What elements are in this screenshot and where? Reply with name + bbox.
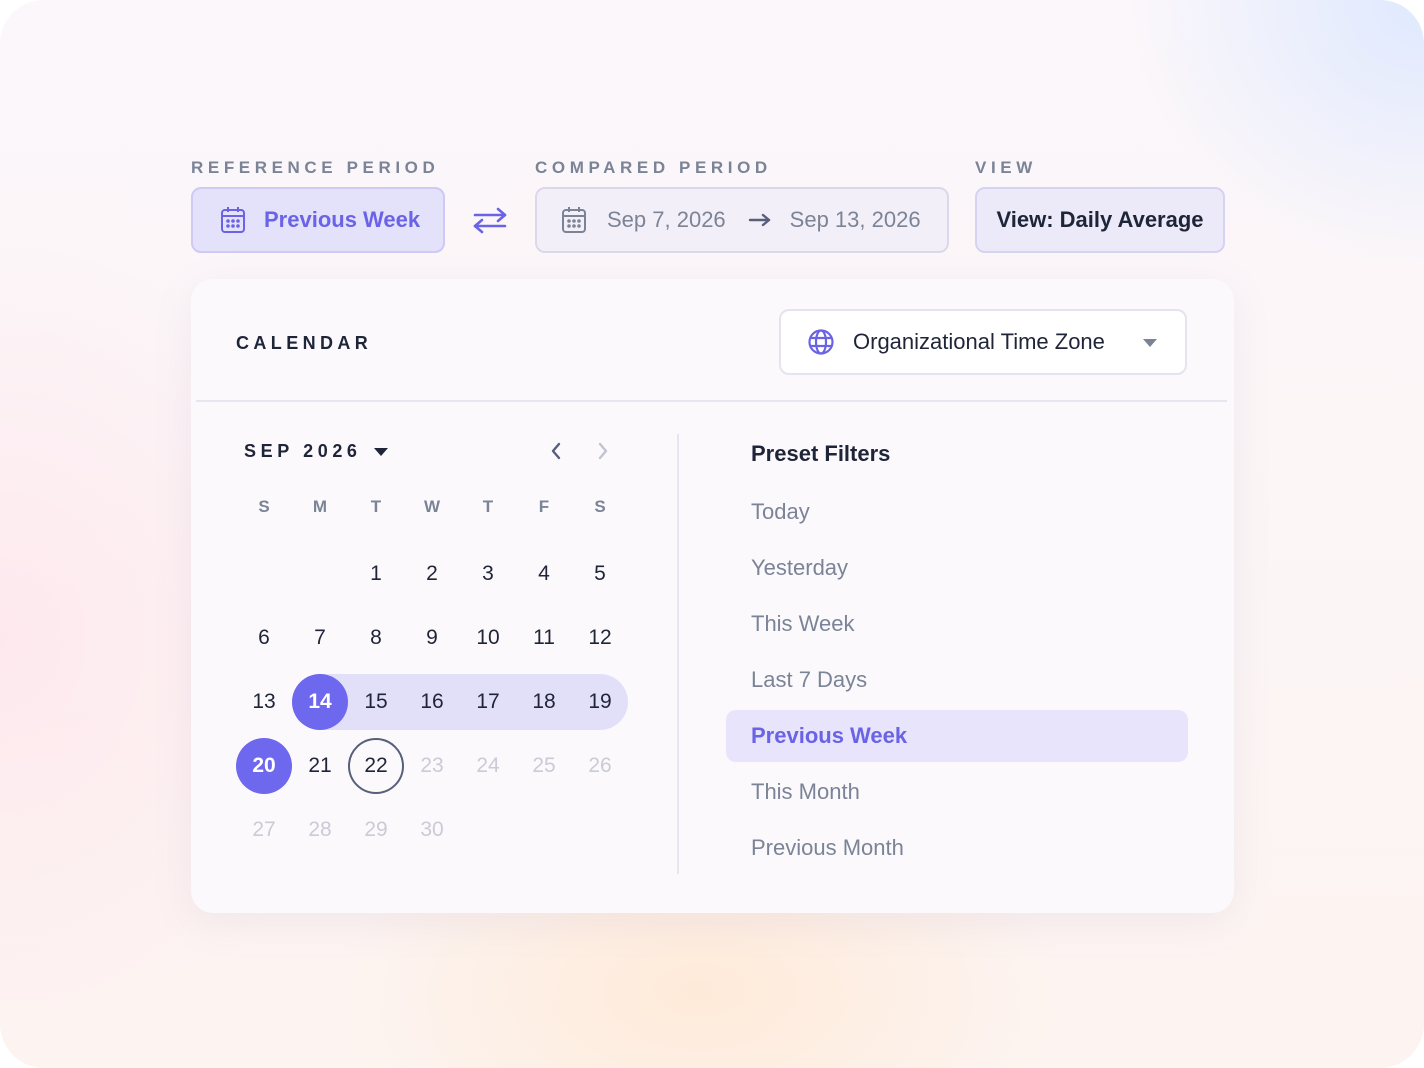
calendar-day[interactable]: 5	[572, 546, 628, 602]
calendar-icon	[561, 206, 587, 234]
timezone-value: Organizational Time Zone	[853, 329, 1105, 354]
arrow-right-icon	[748, 212, 772, 228]
calendar-day[interactable]: 9	[404, 610, 460, 666]
chevron-right-icon	[597, 442, 609, 460]
calendar-day: 26	[588, 754, 612, 777]
reference-period-value: Previous Week	[264, 207, 421, 232]
calendar-icon	[220, 206, 246, 234]
calendar-day[interactable]: 20	[236, 738, 292, 794]
calendar-day: 30	[420, 818, 444, 841]
preset-item-this-week[interactable]: This Week	[726, 598, 1188, 650]
compared-end-date: Sep 13, 2026	[789, 207, 921, 232]
next-month-button[interactable]	[592, 437, 614, 465]
swap-arrows-icon	[472, 206, 508, 234]
weekday-label: S	[594, 497, 606, 516]
calendar-day[interactable]: 7	[292, 610, 348, 666]
compared-period-button[interactable]: Sep 7, 2026 Sep 13, 2026	[535, 187, 949, 253]
calendar-day: 29	[364, 818, 388, 841]
preset-filters-title: Preset Filters	[751, 441, 891, 466]
weekday-label: W	[423, 497, 441, 516]
reference-period-button[interactable]: Previous Week	[191, 187, 445, 253]
calendar-day[interactable]: 15	[348, 674, 404, 730]
calendar-day[interactable]: 1	[348, 546, 404, 602]
swap-periods-button[interactable]	[470, 203, 510, 237]
preset-item-today[interactable]: Today	[726, 486, 1188, 538]
preset-item-previous-week[interactable]: Previous Week	[726, 710, 1188, 762]
preset-item-last-7-days[interactable]: Last 7 Days	[726, 654, 1188, 706]
preset-item-yesterday[interactable]: Yesterday	[726, 542, 1188, 594]
calendar-day[interactable]: 6	[236, 610, 292, 666]
view-mode-button[interactable]: View: Daily Average	[975, 187, 1225, 253]
calendar-day[interactable]: 21	[292, 738, 348, 794]
compared-period-label: COMPARED PERIOD	[535, 158, 772, 177]
calendar-day[interactable]: 8	[348, 610, 404, 666]
compared-start-date: Sep 7, 2026	[607, 207, 726, 232]
view-mode-value: View: Daily Average	[996, 207, 1204, 232]
calendar-day[interactable]: 13	[236, 674, 292, 730]
weekday-label: F	[538, 497, 550, 516]
calendar-day: 28	[308, 818, 332, 841]
calendar-title: CALENDAR	[236, 333, 373, 353]
preset-item-previous-month[interactable]: Previous Month	[726, 822, 1188, 874]
weekday-label: S	[258, 497, 270, 516]
calendar-day: 25	[532, 754, 556, 777]
calendar-day[interactable]: 19	[572, 674, 628, 730]
calendar-day: 24	[476, 754, 500, 777]
previous-month-button[interactable]	[545, 437, 567, 465]
view-label: VIEW	[975, 158, 1037, 177]
weekday-label: T	[482, 497, 494, 516]
globe-icon	[807, 328, 835, 356]
weekday-label: T	[370, 497, 382, 516]
preset-item-this-month[interactable]: This Month	[726, 766, 1188, 818]
month-year-select[interactable]: SEP 2026	[244, 441, 388, 462]
chevron-down-icon	[1143, 339, 1157, 347]
month-year-label: SEP 2026	[244, 441, 362, 461]
weekday-label: M	[312, 497, 328, 516]
calendar-day[interactable]: 2	[404, 546, 460, 602]
header-divider	[196, 400, 1227, 402]
calendar-day[interactable]: 10	[460, 610, 516, 666]
calendar-day[interactable]: 22	[348, 738, 404, 794]
timezone-select[interactable]: Organizational Time Zone	[779, 309, 1187, 375]
calendar-day[interactable]: 4	[516, 546, 572, 602]
calendar-day[interactable]: 18	[516, 674, 572, 730]
calendar-panel: CALENDAR Organizational Time Zone SEP 20…	[191, 279, 1234, 913]
column-divider	[677, 434, 679, 874]
chevron-left-icon	[550, 442, 562, 460]
calendar-day[interactable]: 16	[404, 674, 460, 730]
calendar-day[interactable]: 17	[460, 674, 516, 730]
reference-period-label: REFERENCE PERIOD	[191, 158, 440, 177]
calendar-day[interactable]: 11	[516, 610, 572, 666]
calendar-day[interactable]: 3	[460, 546, 516, 602]
calendar-day: 23	[420, 754, 444, 777]
calendar-day: 27	[252, 818, 276, 841]
chevron-down-icon	[373, 447, 388, 456]
calendar-day[interactable]: 14	[292, 674, 348, 730]
calendar-day[interactable]: 12	[572, 610, 628, 666]
